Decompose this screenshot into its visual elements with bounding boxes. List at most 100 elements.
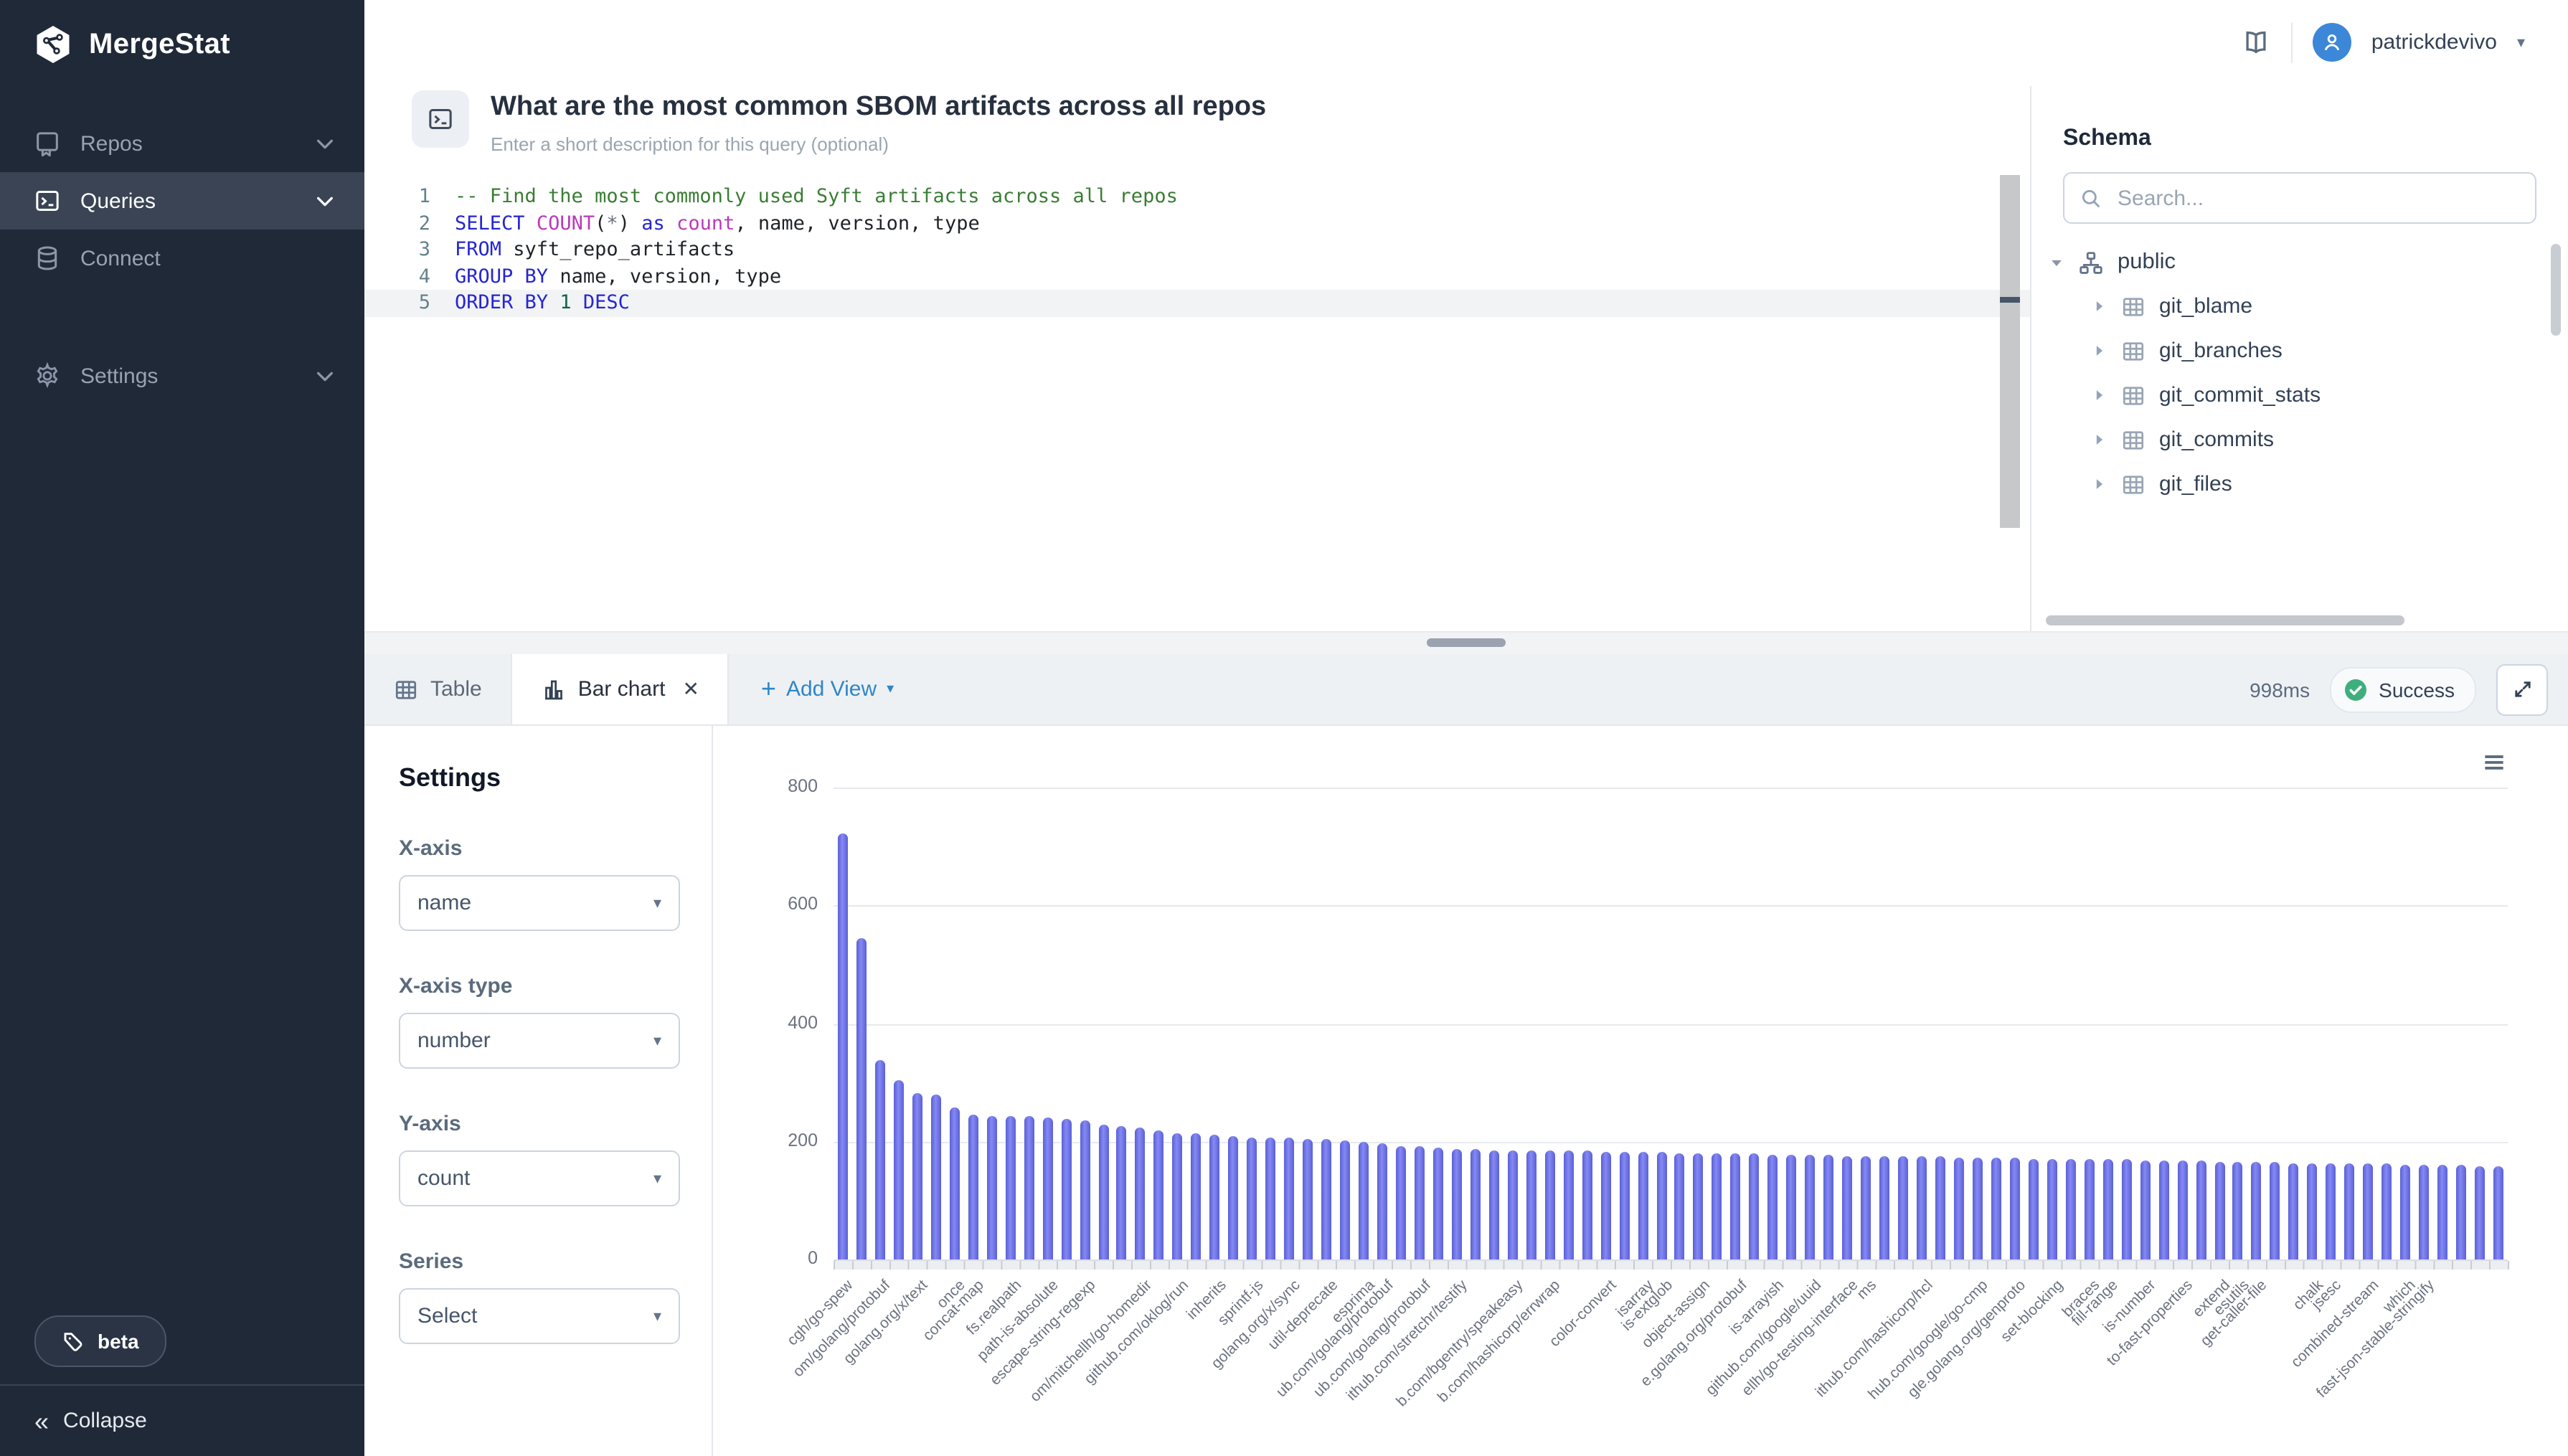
bar[interactable] bbox=[2456, 1165, 2466, 1259]
bar[interactable] bbox=[1582, 1151, 1592, 1259]
bar[interactable] bbox=[1823, 1155, 1833, 1259]
bar[interactable] bbox=[1675, 1153, 1685, 1259]
bar[interactable] bbox=[2475, 1166, 2485, 1259]
bar[interactable] bbox=[1619, 1151, 1629, 1259]
y-axis-select[interactable]: count▾ bbox=[399, 1150, 680, 1206]
bar[interactable] bbox=[968, 1115, 978, 1259]
bar[interactable] bbox=[1024, 1117, 1034, 1259]
query-description-placeholder[interactable]: Enter a short description for this query… bbox=[491, 133, 889, 155]
bar[interactable] bbox=[1154, 1130, 1164, 1259]
bar[interactable] bbox=[1712, 1153, 1722, 1259]
bar[interactable] bbox=[2196, 1161, 2206, 1259]
schema-horizontal-scrollbar[interactable] bbox=[2046, 615, 2404, 625]
sidebar-item-settings[interactable]: Settings bbox=[0, 347, 364, 405]
schema-search-input[interactable] bbox=[2115, 184, 2521, 212]
bar[interactable] bbox=[1935, 1157, 1945, 1259]
bar[interactable] bbox=[1284, 1138, 1294, 1259]
docs-book-icon[interactable] bbox=[2241, 27, 2271, 57]
bar[interactable] bbox=[875, 1061, 885, 1259]
bar[interactable] bbox=[894, 1081, 904, 1259]
bar[interactable] bbox=[1191, 1133, 1202, 1259]
code-line-1[interactable]: 1-- Find the most commonly used Syft art… bbox=[364, 184, 2030, 210]
bar[interactable] bbox=[2029, 1158, 2039, 1259]
panel-resize-divider[interactable] bbox=[364, 631, 2568, 656]
bar[interactable] bbox=[1768, 1155, 1778, 1259]
tab-table[interactable]: Table bbox=[364, 654, 511, 724]
bar[interactable] bbox=[1694, 1153, 1704, 1259]
bar[interactable] bbox=[1526, 1150, 1536, 1259]
bar[interactable] bbox=[1340, 1140, 1350, 1259]
bar[interactable] bbox=[1136, 1128, 1146, 1259]
bar[interactable] bbox=[1638, 1152, 1648, 1259]
bar[interactable] bbox=[1750, 1154, 1760, 1259]
bar[interactable] bbox=[856, 938, 867, 1259]
bar[interactable] bbox=[1954, 1158, 1964, 1259]
bar[interactable] bbox=[1861, 1155, 1871, 1259]
bar[interactable] bbox=[2140, 1160, 2150, 1259]
code-line-5[interactable]: 5ORDER BY 1 DESC bbox=[364, 290, 2030, 317]
bar[interactable] bbox=[1005, 1117, 1015, 1259]
bar[interactable] bbox=[2270, 1162, 2280, 1259]
x-axis-type-select[interactable]: number▾ bbox=[399, 1013, 680, 1069]
bar[interactable] bbox=[1805, 1155, 1816, 1259]
bar[interactable] bbox=[1229, 1136, 1239, 1259]
bar[interactable] bbox=[1489, 1150, 1499, 1259]
bar[interactable] bbox=[1563, 1151, 1573, 1259]
bar[interactable] bbox=[2419, 1165, 2429, 1259]
bar[interactable] bbox=[1544, 1150, 1554, 1259]
bar[interactable] bbox=[1991, 1158, 2001, 1259]
bar[interactable] bbox=[1508, 1150, 1518, 1259]
schema-vertical-scrollbar[interactable] bbox=[2551, 244, 2561, 336]
bar[interactable] bbox=[931, 1095, 941, 1259]
user-menu-caret-icon[interactable]: ▾ bbox=[2517, 33, 2525, 52]
bar[interactable] bbox=[912, 1092, 922, 1259]
bar[interactable] bbox=[1117, 1125, 1127, 1259]
schema-root-public[interactable]: public bbox=[2049, 241, 2568, 284]
drag-handle[interactable] bbox=[1427, 638, 1506, 647]
collapse-sidebar-button[interactable]: « Collapse bbox=[0, 1384, 364, 1456]
bar[interactable] bbox=[2233, 1161, 2243, 1259]
schema-table-git_files[interactable]: git_files bbox=[2049, 462, 2568, 506]
bar[interactable] bbox=[2085, 1159, 2095, 1259]
x-axis-select[interactable]: name▾ bbox=[399, 875, 680, 931]
bar[interactable] bbox=[2214, 1161, 2224, 1259]
bar[interactable] bbox=[1265, 1138, 1275, 1259]
bar[interactable] bbox=[2381, 1164, 2392, 1259]
bar[interactable] bbox=[1471, 1149, 1481, 1259]
schema-search[interactable] bbox=[2063, 172, 2536, 224]
schema-table-git_commit_stats[interactable]: git_commit_stats bbox=[2049, 373, 2568, 417]
editor-scrollbar[interactable] bbox=[2000, 175, 2020, 528]
bar[interactable] bbox=[1656, 1152, 1666, 1259]
bar[interactable] bbox=[1321, 1139, 1331, 1259]
caret-down-icon[interactable] bbox=[2049, 255, 2064, 270]
bar[interactable] bbox=[1396, 1145, 1406, 1259]
series-select[interactable]: Select▾ bbox=[399, 1288, 680, 1344]
bar[interactable] bbox=[2066, 1159, 2076, 1259]
bar[interactable] bbox=[2121, 1160, 2131, 1259]
bar[interactable] bbox=[2493, 1166, 2503, 1259]
sql-editor[interactable]: 1-- Find the most commonly used Syft art… bbox=[364, 172, 2030, 631]
bar[interactable] bbox=[1879, 1156, 1889, 1259]
chart-menu-icon[interactable] bbox=[2480, 749, 2508, 776]
bar[interactable] bbox=[2047, 1158, 2057, 1259]
schema-table-git_branches[interactable]: git_branches bbox=[2049, 328, 2568, 373]
bar[interactable] bbox=[1731, 1153, 1741, 1259]
fullscreen-button[interactable] bbox=[2496, 663, 2548, 715]
username[interactable]: patrickdevivo bbox=[2371, 30, 2497, 55]
caret-right-icon[interactable] bbox=[2092, 432, 2107, 448]
close-tab-icon[interactable]: ✕ bbox=[682, 677, 699, 701]
avatar[interactable] bbox=[2313, 23, 2351, 62]
bar[interactable] bbox=[1600, 1151, 1610, 1259]
bar[interactable] bbox=[1173, 1133, 1183, 1259]
bar[interactable] bbox=[2158, 1160, 2168, 1259]
brand[interactable]: MergeStat bbox=[0, 0, 364, 66]
tab-bar-chart[interactable]: Bar chart✕ bbox=[511, 654, 730, 724]
add-view-button[interactable]: + Add View ▾ bbox=[730, 654, 925, 724]
bar[interactable] bbox=[1080, 1120, 1090, 1259]
code-line-4[interactable]: 4GROUP BY name, version, type bbox=[364, 264, 2030, 290]
bar[interactable] bbox=[950, 1107, 960, 1259]
bar[interactable] bbox=[1842, 1155, 1852, 1259]
bar[interactable] bbox=[986, 1115, 996, 1259]
sidebar-item-repos[interactable]: Repos bbox=[0, 115, 364, 172]
bar[interactable] bbox=[1452, 1148, 1462, 1259]
